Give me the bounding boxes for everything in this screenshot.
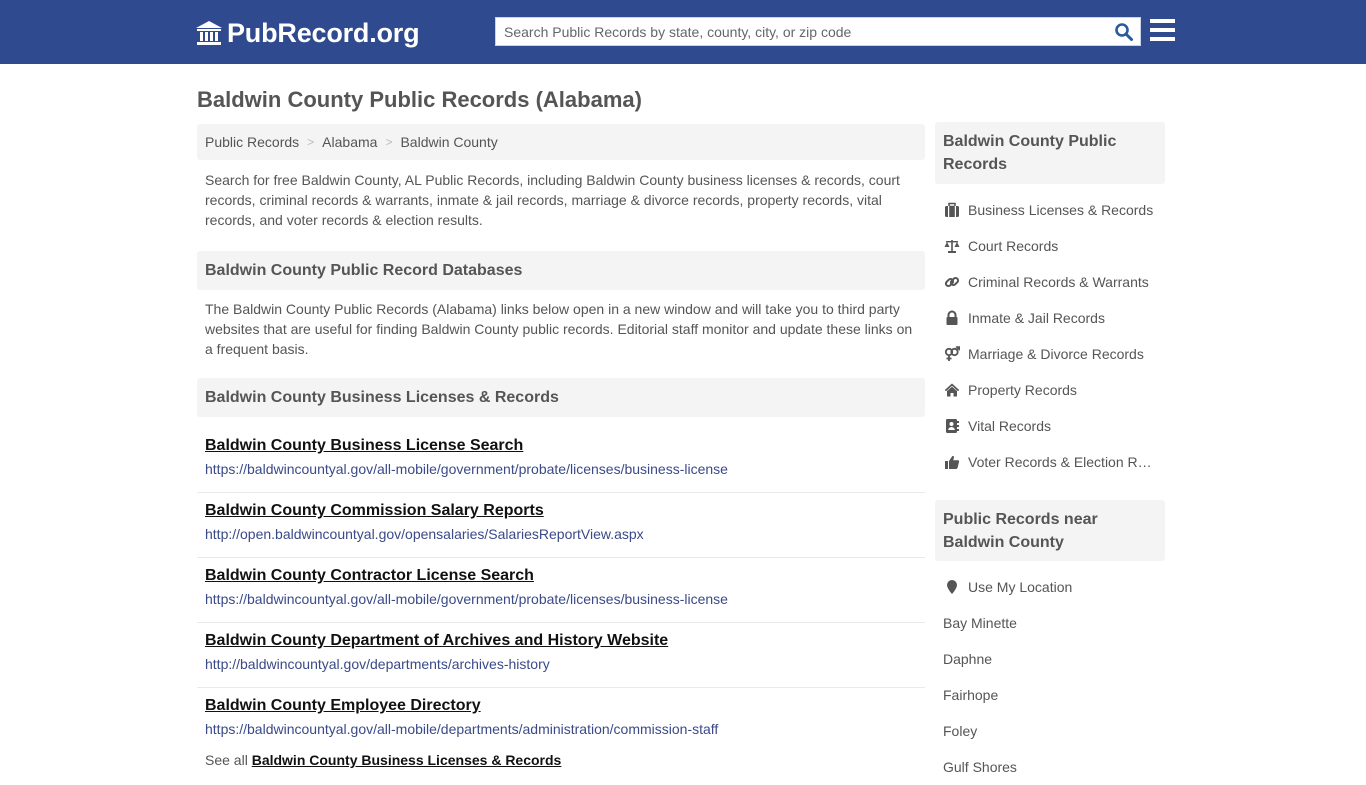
sidebar-item-label: Marriage & Divorce Records bbox=[968, 346, 1144, 362]
sidebar-item-criminal-records[interactable]: Criminal Records & Warrants bbox=[943, 264, 1165, 300]
sidebar-item-label: Use My Location bbox=[968, 579, 1073, 595]
business-section-heading: Baldwin County Business Licenses & Recor… bbox=[197, 378, 925, 417]
breadcrumb-public-records[interactable]: Public Records bbox=[205, 134, 299, 150]
use-my-location-link[interactable]: Use My Location bbox=[943, 569, 1165, 605]
search-icon[interactable] bbox=[1114, 22, 1134, 42]
link-title[interactable]: Baldwin County Employee Directory bbox=[205, 696, 917, 716]
hamburger-menu-icon[interactable] bbox=[1150, 19, 1175, 42]
nearby-item-bay-minette[interactable]: Bay Minette bbox=[943, 605, 1165, 641]
list-item: Baldwin County Contractor License Search… bbox=[197, 558, 925, 623]
page-title: Baldwin County Public Records (Alabama) bbox=[197, 87, 642, 112]
sidebar-nearby-list: Use My Location Bay Minette Daphne Fairh… bbox=[943, 569, 1165, 785]
nearby-item-gulf-shores[interactable]: Gulf Shores bbox=[943, 749, 1165, 785]
sidebar-item-label: Criminal Records & Warrants bbox=[968, 274, 1149, 290]
intro-text: Search for free Baldwin County, AL Publi… bbox=[205, 172, 900, 228]
briefcase-icon bbox=[943, 202, 960, 219]
list-item: Baldwin County Commission Salary Reports… bbox=[197, 493, 925, 558]
sidebar-item-label: Court Records bbox=[968, 238, 1059, 254]
top-navigation-bar: PubRecord.org bbox=[0, 0, 1366, 64]
sidebar-item-vital-records[interactable]: Vital Records bbox=[943, 408, 1165, 444]
sidebar-item-inmate-records[interactable]: Inmate & Jail Records bbox=[943, 300, 1165, 336]
link-title[interactable]: Baldwin County Commission Salary Reports bbox=[205, 501, 917, 521]
sidebar-records-heading: Baldwin County Public Records bbox=[935, 122, 1165, 184]
link-icon bbox=[943, 274, 960, 291]
business-links-list: Baldwin County Business License Search h… bbox=[197, 428, 925, 753]
breadcrumb-alabama[interactable]: Alabama bbox=[322, 134, 377, 150]
databases-description: The Baldwin County Public Records (Alaba… bbox=[205, 301, 913, 357]
sidebar-item-label: Voter Records & Election Results bbox=[968, 454, 1158, 470]
sidebar-records-list: Business Licenses & Records Court Record… bbox=[943, 192, 1165, 480]
address-book-icon bbox=[943, 418, 960, 435]
thumbs-up-icon bbox=[943, 454, 960, 471]
breadcrumb-separator: > bbox=[385, 135, 393, 149]
lock-icon bbox=[943, 310, 960, 327]
sidebar-item-business-licenses[interactable]: Business Licenses & Records bbox=[943, 192, 1165, 228]
link-url[interactable]: https://baldwincountyal.gov/all-mobile/g… bbox=[205, 590, 917, 608]
map-marker-icon bbox=[943, 579, 960, 596]
breadcrumb: Public Records > Alabama > Baldwin Count… bbox=[197, 124, 925, 160]
see-all-prefix: See all bbox=[205, 752, 248, 768]
logo-text: PubRecord.org bbox=[227, 17, 420, 48]
courthouse-icon bbox=[196, 21, 222, 45]
link-url[interactable]: http://open.baldwincountyal.gov/opensala… bbox=[205, 525, 917, 543]
breadcrumb-separator: > bbox=[307, 135, 315, 149]
sidebar-nearby-heading: Public Records near Baldwin County bbox=[935, 500, 1165, 561]
scale-icon bbox=[943, 238, 960, 255]
list-item: Baldwin County Department of Archives an… bbox=[197, 623, 925, 688]
nearby-item-daphne[interactable]: Daphne bbox=[943, 641, 1165, 677]
breadcrumb-baldwin-county[interactable]: Baldwin County bbox=[400, 134, 497, 150]
sidebar-item-marriage-records[interactable]: Marriage & Divorce Records bbox=[943, 336, 1165, 372]
sidebar-item-voter-records[interactable]: Voter Records & Election Results bbox=[943, 444, 1165, 480]
sidebar-item-label: Vital Records bbox=[968, 418, 1052, 434]
link-title[interactable]: Baldwin County Business License Search bbox=[205, 436, 917, 456]
link-title[interactable]: Baldwin County Department of Archives an… bbox=[205, 631, 917, 651]
link-title[interactable]: Baldwin County Contractor License Search bbox=[205, 566, 917, 586]
venus-mars-icon bbox=[943, 346, 960, 363]
home-icon bbox=[943, 382, 960, 399]
link-url[interactable]: http://baldwincountyal.gov/departments/a… bbox=[205, 655, 917, 673]
list-item: Baldwin County Business License Search h… bbox=[197, 428, 925, 493]
sidebar-item-label: Property Records bbox=[968, 382, 1077, 398]
sidebar-item-label: Inmate & Jail Records bbox=[968, 310, 1105, 326]
see-all-link[interactable]: Baldwin County Business Licenses & Recor… bbox=[252, 752, 562, 768]
nearby-item-fairhope[interactable]: Fairhope bbox=[943, 677, 1165, 713]
databases-heading: Baldwin County Public Record Databases bbox=[197, 251, 925, 290]
see-all-row: See all Baldwin County Business Licenses… bbox=[205, 752, 561, 768]
sidebar-item-label: Business Licenses & Records bbox=[968, 202, 1154, 218]
sidebar-item-court-records[interactable]: Court Records bbox=[943, 228, 1165, 264]
link-url[interactable]: https://baldwincountyal.gov/all-mobile/g… bbox=[205, 460, 917, 478]
search-box bbox=[495, 17, 1141, 46]
nearby-item-foley[interactable]: Foley bbox=[943, 713, 1165, 749]
list-item: Baldwin County Employee Directory https:… bbox=[197, 688, 925, 753]
sidebar-item-property-records[interactable]: Property Records bbox=[943, 372, 1165, 408]
site-logo[interactable]: PubRecord.org bbox=[195, 17, 420, 49]
search-input[interactable] bbox=[496, 18, 1106, 45]
link-url[interactable]: https://baldwincountyal.gov/all-mobile/d… bbox=[205, 720, 917, 738]
